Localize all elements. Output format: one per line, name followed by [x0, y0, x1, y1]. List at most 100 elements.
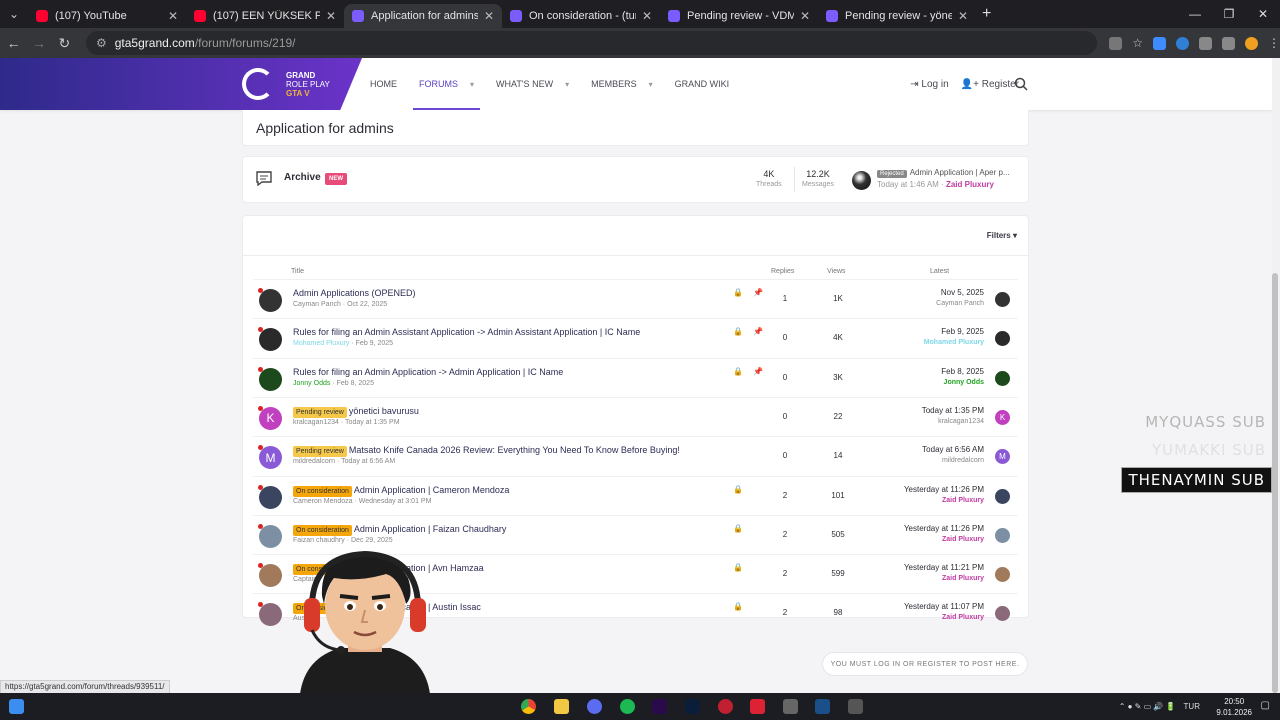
chevron-down-icon[interactable]: ▾	[649, 80, 653, 89]
avatar[interactable]	[995, 606, 1010, 622]
column-replies[interactable]: Replies	[771, 268, 794, 275]
thread-row[interactable]: M Pending review Matsato Knife Canada 2026…	[253, 436, 1018, 475]
thread-title-link[interactable]: Admin Applications (OPENED)	[293, 288, 416, 298]
thread-row[interactable]: Admin Applications (OPENED) Cayman Panch …	[253, 279, 1018, 318]
avatar[interactable]	[995, 331, 1010, 347]
avatar[interactable]: K	[995, 409, 1010, 425]
app-icon[interactable]	[750, 699, 765, 714]
login-required-note[interactable]: YOU MUST LOG IN OR REGISTER TO POST HERE…	[822, 652, 1028, 676]
profile-avatar[interactable]	[1245, 36, 1258, 50]
latest-user-link[interactable]: Zaid Pluxury	[904, 614, 984, 621]
clock[interactable]: 20:50 9.01.2026	[1216, 696, 1252, 718]
browser-tab[interactable]: Application for admins | Grand ✕	[344, 4, 502, 28]
file-explorer-icon[interactable]	[554, 699, 569, 714]
bookmark-star-icon[interactable]: ☆	[1132, 36, 1143, 50]
browser-tab[interactable]: Pending review - yönetici bavu ✕	[818, 4, 976, 28]
avatar[interactable]	[995, 567, 1010, 583]
app-icon[interactable]	[783, 699, 798, 714]
nav-item-what-s-new[interactable]: WHAT'S NEW ▾	[496, 58, 569, 110]
thread-row[interactable]: Rules for filing an Admin Application ->…	[253, 357, 1018, 397]
puzzle-icon[interactable]	[1199, 36, 1212, 50]
latest-user-link[interactable]: Zaid Pluxury	[904, 536, 984, 543]
thread-author-link[interactable]: Cameron Mendoza	[293, 498, 353, 505]
address-bar[interactable]: ⚙ gta5grand.com/forum/forums/219/	[85, 31, 1098, 55]
tab-search-icon[interactable]: ⌄	[0, 0, 28, 28]
subforum-name[interactable]: Archive	[284, 172, 321, 183]
thread-author-link[interactable]: Cayman Panch	[293, 301, 341, 308]
latest-user-link[interactable]: kralcagan1234	[922, 418, 984, 425]
avatar[interactable]	[259, 564, 282, 588]
browser-tab[interactable]: On consideration - (turkish) Ad ✕	[502, 4, 660, 28]
new-tab-button[interactable]: +	[982, 5, 991, 23]
close-window-icon[interactable]: ✕	[1246, 0, 1280, 28]
photoshop-icon[interactable]	[685, 699, 700, 714]
latest-date-link[interactable]: Yesterday at 11:26 PM	[904, 524, 984, 533]
latest-date-link[interactable]: Today at 1:35 PM	[922, 406, 984, 415]
reload-icon[interactable]: ↻	[53, 35, 76, 52]
app-icon[interactable]	[587, 699, 602, 714]
latest-date-link[interactable]: Yesterday at 11:07 PM	[904, 602, 984, 611]
nav-item-grand-wiki[interactable]: GRAND WIKI	[675, 58, 730, 110]
site-info-icon[interactable]: ⚙	[96, 36, 107, 50]
avatar[interactable]	[259, 524, 282, 548]
thread-row[interactable]: Rules for filing an Admin Assistant Appl…	[253, 318, 1018, 357]
tab-close-icon[interactable]: ✕	[800, 9, 810, 23]
column-latest[interactable]: Latest	[930, 268, 949, 275]
logo-text[interactable]: GRAND ROLE PLAY GTA V	[286, 71, 330, 98]
prefix-badge[interactable]: On consideration	[293, 524, 352, 536]
avatar[interactable]	[852, 171, 871, 190]
tab-close-icon[interactable]: ✕	[484, 9, 494, 23]
extension-icon[interactable]	[1176, 36, 1189, 50]
latest-date-link[interactable]: Feb 8, 2025	[941, 367, 984, 376]
premiere-icon[interactable]	[652, 699, 667, 714]
nav-item-members[interactable]: MEMBERS ▾	[591, 58, 653, 110]
filters-button[interactable]: Filters ▾	[987, 231, 1017, 240]
media-icon[interactable]	[1222, 36, 1235, 50]
scroll-thumb[interactable]	[1272, 273, 1278, 693]
latest-date-link[interactable]: Today at 6:56 AM	[922, 445, 984, 454]
forward-icon[interactable]: →	[27, 35, 50, 51]
thread-title-link[interactable]: Matsato Knife Canada 2026 Review: Everyt…	[349, 445, 680, 455]
register-link[interactable]: 👤+ Register	[961, 79, 1019, 90]
menu-icon[interactable]: ⋮	[1268, 36, 1280, 50]
thread-row[interactable]: K Pending review yönetici bavurusu kralcaga…	[253, 396, 1018, 436]
latest-date-link[interactable]: Feb 9, 2025	[924, 327, 984, 336]
spotify-icon[interactable]	[620, 699, 635, 714]
avatar[interactable]: M	[259, 446, 282, 470]
avatar[interactable]	[259, 289, 282, 312]
thread-author-link[interactable]: Jonny Odds	[293, 380, 330, 387]
logo-mark[interactable]	[242, 68, 274, 100]
latest-user-link[interactable]: Zaid Pluxury	[946, 180, 994, 189]
column-views[interactable]: Views	[827, 268, 846, 275]
avatar[interactable]	[259, 328, 282, 352]
thread-author-link[interactable]: mildredalcorn	[293, 458, 335, 465]
avatar[interactable]	[995, 292, 1010, 307]
avatar[interactable]: K	[259, 406, 282, 430]
latest-user-link[interactable]: mildredalcorn	[922, 457, 984, 464]
thread-author-link[interactable]: Mohamed Pluxury	[293, 340, 349, 347]
thread-title-link[interactable]: yönetici bavurusu	[349, 406, 419, 416]
browser-tab[interactable]: (107) YouTube ✕	[28, 4, 186, 28]
avatar[interactable]	[259, 603, 282, 627]
translate-icon[interactable]	[1109, 36, 1123, 50]
thread-author-link[interactable]: Faizan chaudhry	[293, 537, 345, 544]
subforum-archive[interactable]: Archive NEW 4K Threads 12.2K Messages Re…	[242, 156, 1029, 203]
avatar[interactable]	[995, 527, 1010, 543]
latest-date-link[interactable]: Nov 5, 2025	[936, 288, 984, 297]
chrome-icon[interactable]	[521, 699, 536, 714]
avatar[interactable]	[995, 370, 1010, 386]
thread-title-link[interactable]: Admin Application | Faizan Chaudhary	[354, 524, 506, 534]
minimize-icon[interactable]: —	[1178, 0, 1212, 28]
prefix-badge[interactable]: Pending review	[293, 446, 347, 458]
back-icon[interactable]: ←	[2, 35, 25, 51]
prefix-badge[interactable]: Pending review	[293, 406, 347, 418]
maximize-icon[interactable]: ❐	[1212, 0, 1246, 28]
thread-author-link[interactable]: kralcagan1234	[293, 419, 339, 426]
avatar[interactable]: M	[995, 449, 1010, 465]
search-icon[interactable]	[1014, 77, 1028, 91]
login-link[interactable]: ⇥ Log in	[910, 79, 948, 90]
column-title[interactable]: Title	[291, 268, 304, 275]
tab-close-icon[interactable]: ✕	[168, 9, 178, 23]
latest-user-link[interactable]: Cayman Panch	[936, 300, 984, 307]
thread-title-link[interactable]: Rules for filing an Admin Assistant Appl…	[293, 327, 640, 337]
